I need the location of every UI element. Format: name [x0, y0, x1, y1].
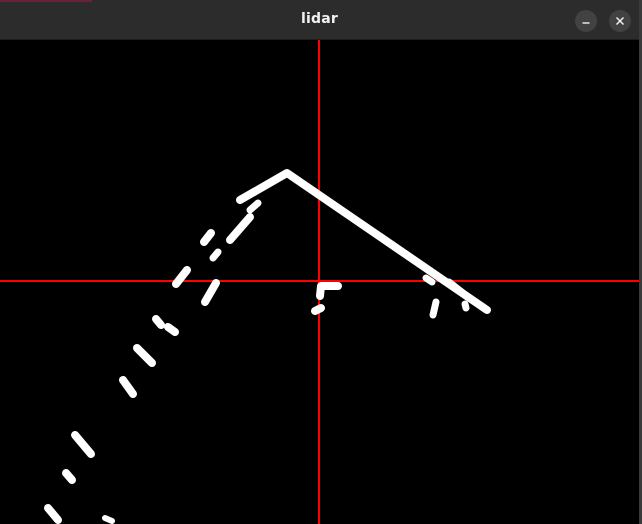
lidar-point-cluster [311, 304, 325, 315]
lidar-point-cluster [119, 376, 137, 398]
close-icon [615, 16, 625, 26]
lidar-point-cluster [461, 300, 470, 312]
lidar-point-cluster [201, 279, 220, 306]
lidar-point-cluster [316, 282, 342, 300]
lidar-point-cluster [71, 431, 95, 458]
lidar-point-cluster [133, 344, 156, 367]
lidar-point-cluster [200, 229, 215, 246]
lidar-point-cluster [62, 469, 76, 484]
lidar-window: lidar [0, 0, 642, 524]
window-title: lidar [301, 11, 338, 27]
lidar-point-cluster [102, 515, 115, 524]
lidar-point-cluster [44, 504, 62, 524]
lidar-canvas [0, 40, 639, 524]
lidar-wall-segment [226, 213, 254, 244]
top-panel-accent [0, 0, 92, 2]
lidar-points [44, 169, 491, 524]
lidar-point-cluster [164, 323, 179, 336]
lidar-point-cluster [429, 298, 440, 319]
lidar-point-cluster [422, 274, 436, 286]
lidar-point-cluster [152, 315, 165, 329]
lidar-point-cluster [445, 278, 467, 297]
minimize-button[interactable] [575, 10, 597, 32]
lidar-plot [0, 40, 639, 524]
close-button[interactable] [609, 10, 631, 32]
lidar-wall-segment [246, 199, 262, 214]
lidar-point-cluster [209, 248, 222, 262]
title-bar[interactable]: lidar [0, 0, 639, 40]
minimize-icon [582, 22, 590, 24]
lidar-wall-segment [236, 169, 491, 314]
